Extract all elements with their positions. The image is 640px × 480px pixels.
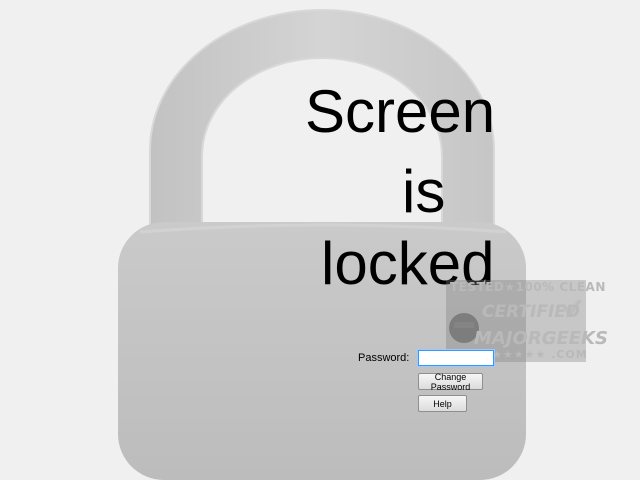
padlock-icon [118,9,526,480]
password-input[interactable] [417,349,495,367]
lock-title-line-1: Screen [305,78,496,145]
lock-title-line-2: is [402,158,446,225]
watermark-line-1: TESTED★100% CLEAN [450,280,606,294]
password-label: Password: [358,352,410,364]
watermark-line-3: MAJORGEEKS [474,328,608,349]
change-password-button[interactable]: Change Password [418,372,483,392]
watermark-line-2: CERTIFIED [482,302,580,322]
watermark-line-4: ★★★★★ .COM [492,348,588,361]
help-button[interactable]: Help [418,395,467,412]
